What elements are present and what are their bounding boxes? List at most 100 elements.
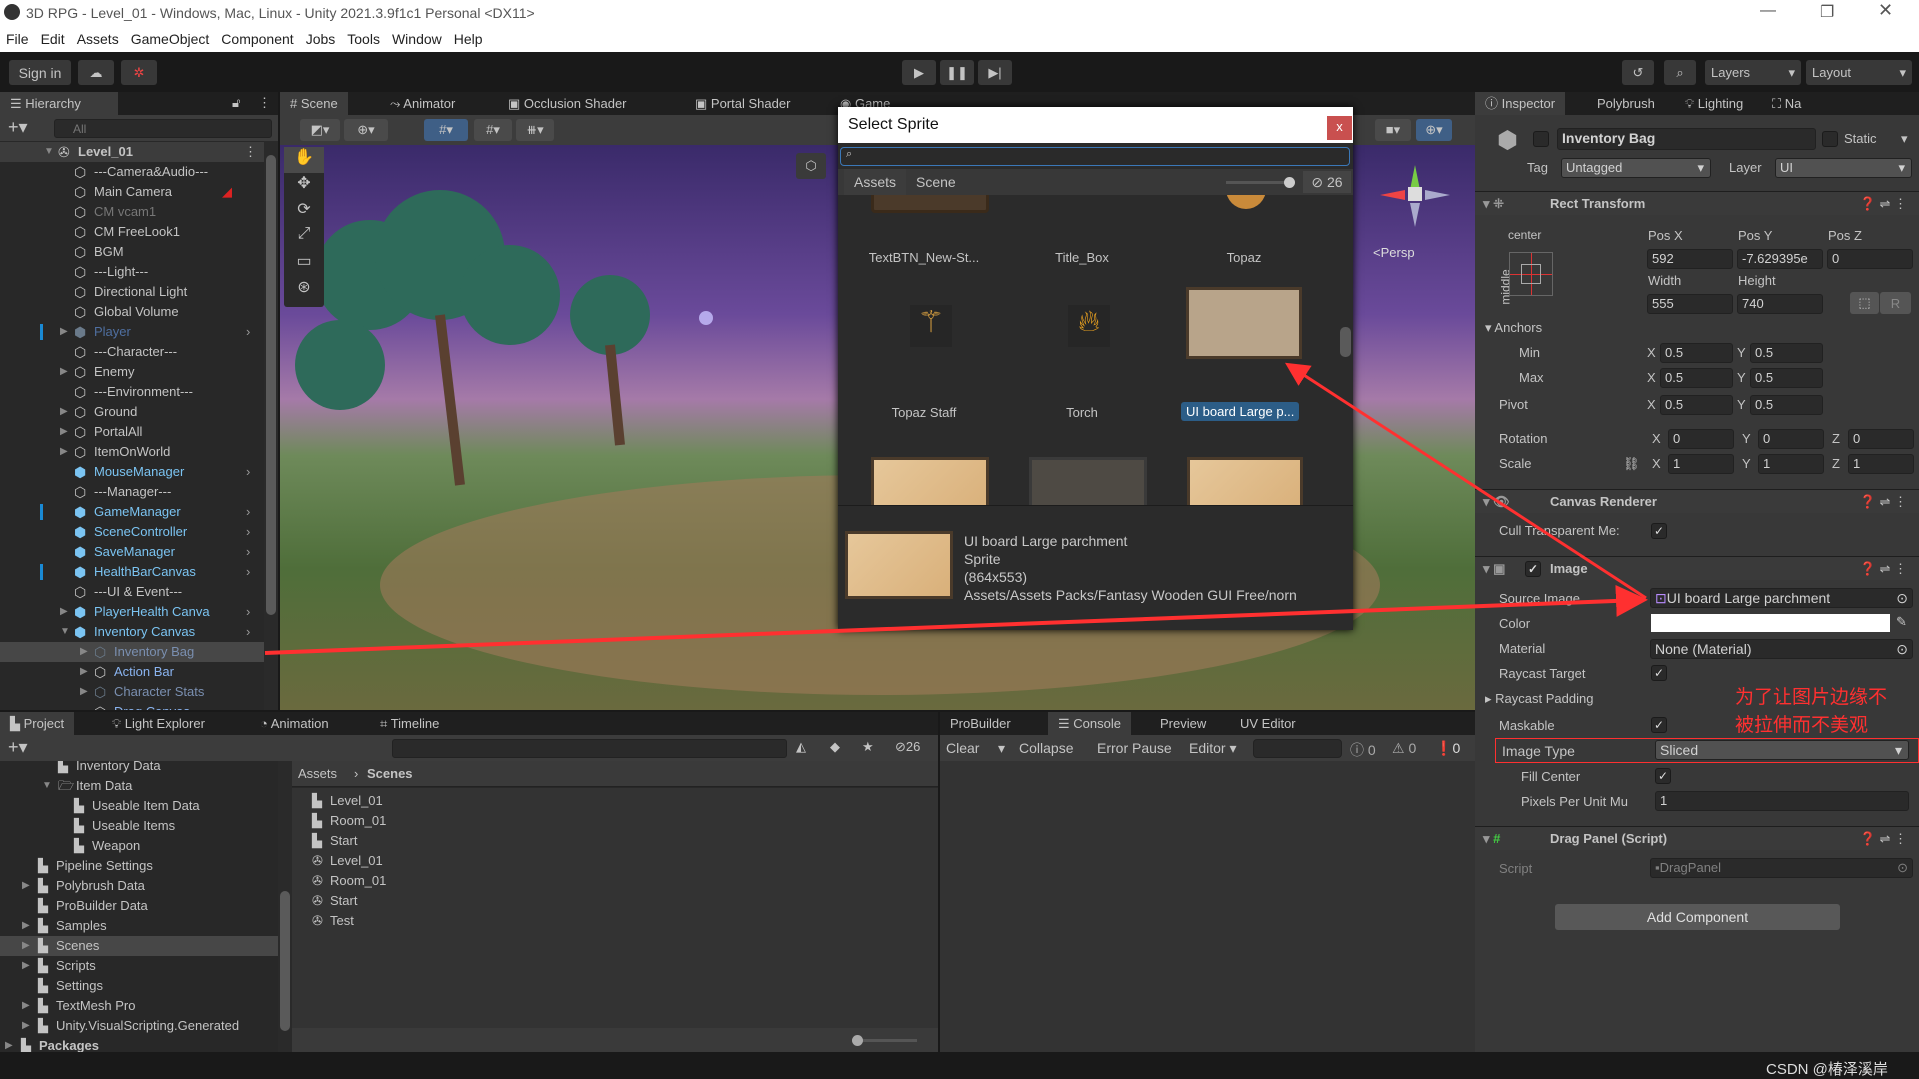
sprite-thumbnail[interactable] bbox=[871, 195, 989, 213]
scale-tool-icon[interactable]: ⤢ bbox=[284, 225, 324, 251]
eyedropper-icon[interactable]: ✎ bbox=[1896, 614, 1907, 630]
open-prefab-icon[interactable]: › bbox=[246, 622, 250, 642]
width-input[interactable]: 555 bbox=[1647, 294, 1733, 314]
layout-dropdown[interactable]: Layout ▾ bbox=[1806, 60, 1912, 85]
blueprint-mode-button[interactable]: ⬚ bbox=[1850, 292, 1879, 314]
rotate-tool-icon[interactable]: ⟳ bbox=[284, 199, 324, 225]
history-icon[interactable]: ↺ bbox=[1622, 60, 1654, 85]
project-folder[interactable]: ▙ Inventory Data bbox=[0, 761, 278, 776]
component-menu-icons[interactable]: ❓ ⇌ ⋮ bbox=[1860, 192, 1907, 216]
hierarchy-item[interactable]: ⬡ CM vcam1 bbox=[0, 202, 264, 222]
menu-item-help[interactable]: Help bbox=[454, 31, 483, 47]
component-menu-icons[interactable]: ❓ ⇌ ⋮ bbox=[1860, 490, 1907, 514]
icon-size-slider[interactable] bbox=[852, 1035, 917, 1046]
object-picker-icon[interactable]: ⊙ bbox=[1896, 589, 1908, 607]
rect-tool-icon[interactable]: ▭ bbox=[284, 251, 324, 277]
color-field[interactable] bbox=[1651, 614, 1890, 632]
anchor-presets-button[interactable] bbox=[1509, 252, 1553, 296]
image-header[interactable]: ▾ ▣ ✓ Image ❓ ⇌ ⋮ bbox=[1475, 556, 1919, 580]
close-button[interactable]: x bbox=[1327, 116, 1352, 140]
open-prefab-icon[interactable]: › bbox=[246, 462, 250, 482]
filter-label-icon[interactable]: ◆ bbox=[830, 739, 840, 755]
transform-tool-icon[interactable]: ⊛ bbox=[284, 277, 324, 303]
thumbnail-size-slider[interactable] bbox=[1226, 177, 1295, 188]
rotation-z-input[interactable]: 0 bbox=[1848, 429, 1914, 449]
expand-toggle[interactable]: ▶ bbox=[60, 422, 68, 442]
hierarchy-item[interactable]: ▶ ⬡ Enemy bbox=[0, 362, 264, 382]
hierarchy-item[interactable]: ⬡ Drag Canvas bbox=[0, 702, 264, 710]
hierarchy-item[interactable]: ⬡ CM FreeLook1 bbox=[0, 222, 264, 242]
tab-na[interactable]: ⛶ Na bbox=[1762, 92, 1811, 115]
sprite-thumbnail[interactable] bbox=[1187, 457, 1303, 505]
project-folder[interactable]: ▶ ▙ TextMesh Pro bbox=[0, 996, 278, 1016]
scene-gizmo[interactable] bbox=[1370, 155, 1460, 235]
hierarchy-search-input[interactable] bbox=[54, 119, 272, 138]
layers-dropdown[interactable]: Layers ▾ bbox=[1705, 60, 1801, 85]
sprite-grid-scrollbar[interactable] bbox=[1338, 195, 1353, 505]
hierarchy-item[interactable]: ⬡ ---Manager--- bbox=[0, 482, 264, 502]
project-folder[interactable]: ▙ Useable Items bbox=[0, 816, 278, 836]
material-field[interactable]: None (Material) ⊙ bbox=[1650, 639, 1913, 659]
expand-toggle[interactable]: ▼ bbox=[60, 622, 70, 642]
clear-options-dropdown[interactable]: ▾ bbox=[998, 740, 1005, 757]
camera-button[interactable]: ■▾ bbox=[1375, 119, 1411, 141]
asset-item[interactable]: ▙ Level_01 bbox=[312, 791, 612, 811]
sprite-label[interactable]: Title_Box bbox=[996, 250, 1168, 265]
scale-z-input[interactable]: 1 bbox=[1848, 454, 1914, 474]
tab-uv-editor[interactable]: UV Editor bbox=[1230, 712, 1306, 735]
cull-checkbox[interactable]: ✓ bbox=[1651, 523, 1667, 539]
expand-toggle[interactable]: ▶ bbox=[80, 682, 88, 702]
tab-preview[interactable]: Preview bbox=[1150, 712, 1216, 735]
sprite-thumbnail[interactable] bbox=[1029, 457, 1147, 505]
active-checkbox[interactable] bbox=[1533, 131, 1549, 147]
expand-toggle[interactable]: ▶ bbox=[80, 642, 88, 662]
menu-item-file[interactable]: File bbox=[6, 31, 29, 47]
rotation-x-input[interactable]: 0 bbox=[1668, 429, 1734, 449]
project-folder[interactable]: ▙ Settings bbox=[0, 976, 278, 996]
tab-portal-shader[interactable]: ▣ Portal Shader bbox=[685, 92, 800, 115]
expand-toggle[interactable]: ▶ bbox=[22, 876, 30, 896]
pivot-x-input[interactable]: 0.5 bbox=[1660, 395, 1733, 415]
tab-lighting[interactable]: 💡︎ Lighting bbox=[1675, 92, 1753, 115]
play-button[interactable]: ▶ bbox=[902, 60, 936, 85]
hierarchy-item[interactable]: ⬡ Main Camera ◢ bbox=[0, 182, 264, 202]
hierarchy-item[interactable]: ⬡ BGM bbox=[0, 242, 264, 262]
rotation-y-input[interactable]: 0 bbox=[1758, 429, 1824, 449]
clear-button[interactable]: Clear bbox=[946, 740, 979, 756]
grid-snap-button[interactable]: #▾ bbox=[424, 119, 468, 141]
raycast-padding-foldout[interactable]: ▸ Raycast Padding bbox=[1485, 691, 1593, 707]
lock-icon[interactable]: 🔓︎ bbox=[232, 95, 240, 111]
raycast-target-checkbox[interactable]: ✓ bbox=[1651, 665, 1667, 681]
drag-panel-header[interactable]: ▾ # Drag Panel (Script) ❓ ⇌ ⋮ bbox=[1475, 826, 1919, 850]
expand-toggle[interactable]: ▶ bbox=[60, 602, 68, 622]
anchors-foldout[interactable]: ▾ Anchors bbox=[1485, 320, 1542, 336]
search-icon[interactable]: ⌕ bbox=[1664, 60, 1696, 85]
tab-hierarchy[interactable]: ☰ Hierarchy bbox=[0, 92, 118, 115]
project-folder[interactable]: ▙ Weapon bbox=[0, 836, 278, 856]
error-pause-button[interactable]: Error Pause bbox=[1097, 740, 1172, 756]
open-prefab-icon[interactable]: › bbox=[246, 522, 250, 542]
gizmos-button[interactable]: ⊕▾ bbox=[1416, 119, 1452, 141]
breadcrumb-scenes[interactable]: Scenes bbox=[367, 766, 413, 781]
expand-toggle[interactable]: ▼ bbox=[44, 142, 54, 162]
expand-toggle[interactable]: ▶ bbox=[22, 916, 30, 936]
sprite-thumbnail[interactable] bbox=[1226, 195, 1266, 209]
expand-toggle[interactable]: ▶ bbox=[22, 996, 30, 1016]
height-input[interactable]: 740 bbox=[1737, 294, 1823, 314]
hierarchy-item[interactable]: ⬡ Global Volume bbox=[0, 302, 264, 322]
expand-toggle[interactable]: ▶ bbox=[60, 402, 68, 422]
tab-occlusion-shader[interactable]: ▣ Occlusion Shader bbox=[498, 92, 637, 115]
project-folder[interactable]: ▙ Pipeline Settings bbox=[0, 856, 278, 876]
expand-toggle[interactable]: ▶ bbox=[60, 322, 68, 342]
menu-item-jobs[interactable]: Jobs bbox=[306, 31, 336, 47]
sprite-thumbnail[interactable] bbox=[871, 457, 989, 505]
minimize-button[interactable]: — bbox=[1760, 2, 1776, 20]
image-enabled-checkbox[interactable]: ✓ bbox=[1525, 561, 1541, 577]
project-folder[interactable]: ▶ ▙ Scenes bbox=[0, 936, 278, 956]
tab-animator[interactable]: ⤳ Animator bbox=[380, 92, 465, 115]
source-image-field[interactable]: ⊡UI board Large parchment ⊙ bbox=[1650, 588, 1913, 608]
expand-toggle[interactable]: ▼ bbox=[42, 776, 52, 796]
static-checkbox[interactable] bbox=[1822, 131, 1838, 147]
tab-probuilder[interactable]: ProBuilder bbox=[940, 712, 1021, 735]
hierarchy-item[interactable]: ⬢ HealthBarCanvas › bbox=[0, 562, 264, 582]
